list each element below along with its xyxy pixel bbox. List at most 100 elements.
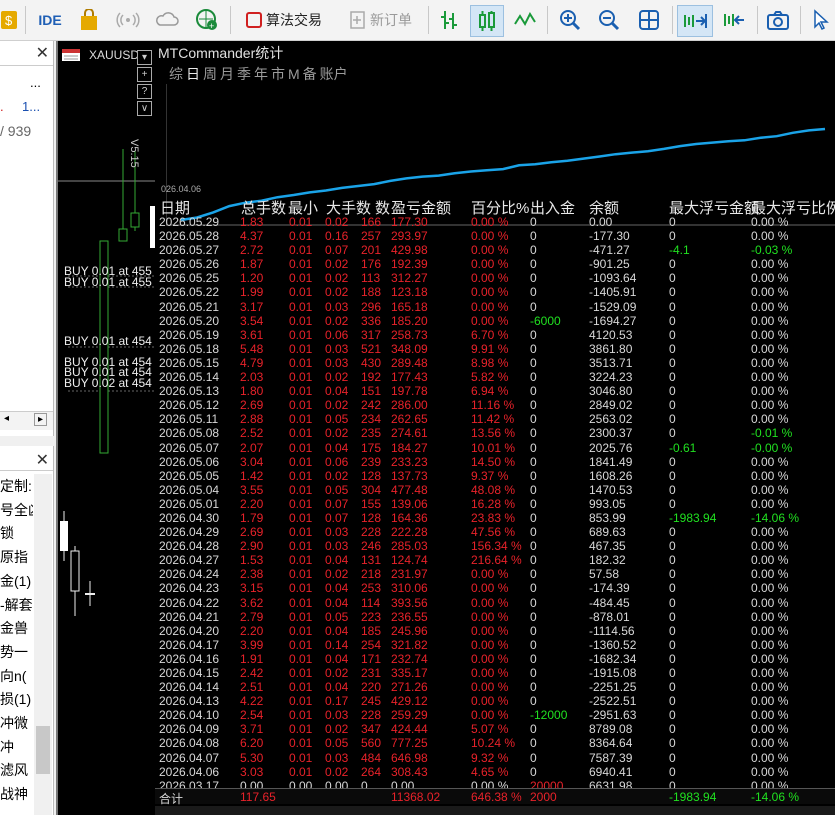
table-row[interactable]: 2026.05.15 4.79 0.01 0.03 430 289.48 8.98 % 0 35… — [155, 356, 835, 370]
table-row[interactable]: 2026.04.21 2.79 0.01 0.05 223 236.55 0.00 % 0 -8… — [155, 610, 835, 624]
table-row[interactable]: 2026.04.14 2.51 0.01 0.04 220 271.26 0.00 % 0 -2… — [155, 680, 835, 694]
zoom-in-icon[interactable] — [555, 5, 585, 35]
stats-tab[interactable]: 综 — [169, 66, 183, 82]
table-row[interactable]: 2026.04.07 5.30 0.01 0.03 484 646.98 9.32 % 0 75… — [155, 751, 835, 765]
table-row[interactable]: 2026.04.29 2.69 0.01 0.03 228 222.28 47.56 % 0 6… — [155, 525, 835, 539]
table-cell: 47.56 % — [471, 525, 516, 540]
stats-tab[interactable]: 月 — [220, 66, 234, 82]
navigator-item[interactable]: 锁 — [0, 523, 33, 543]
table-row[interactable]: 2026.04.27 1.53 0.01 0.04 131 124.74 216.64 % 0… — [155, 553, 835, 567]
candlestick-icon[interactable] — [470, 5, 504, 37]
table-row[interactable]: 2026.05.18 5.48 0.01 0.03 521 348.09 9.91 % 0 38… — [155, 342, 835, 356]
chart-sidebar-button[interactable]: ? — [137, 84, 152, 99]
table-cell: 0.01 — [289, 539, 313, 554]
chart-shift-icon[interactable] — [716, 5, 750, 35]
table-row[interactable]: 2026.04.13 4.22 0.01 0.17 245 429.12 0.00 % 0 -2… — [155, 694, 835, 708]
table-row[interactable]: 2026.05.19 3.61 0.01 0.06 317 258.73 6.70 % 0 41… — [155, 328, 835, 342]
table-row[interactable]: 2026.04.16 1.91 0.01 0.04 171 232.74 0.00 % 0 -1… — [155, 652, 835, 666]
navigator-item[interactable]: 冲 — [0, 737, 33, 757]
bar-chart-icon[interactable] — [434, 5, 464, 35]
market-bag-icon[interactable] — [75, 5, 103, 35]
close-icon[interactable]: ✕ — [36, 43, 49, 63]
navigator-item[interactable]: 损(1) — [0, 689, 33, 709]
table-row[interactable]: 2026.05.01 2.20 0.01 0.07 155 139.06 16.28 % 0 9… — [155, 497, 835, 511]
navigator-item[interactable]: 号全凶 — [0, 500, 33, 520]
table-row[interactable]: 2026.04.10 2.54 0.01 0.03 228 259.29 0.00 % -12… — [155, 708, 835, 722]
stats-tab[interactable]: 市 — [271, 66, 285, 82]
table-row[interactable]: 2026.04.09 3.71 0.01 0.02 347 424.44 5.07 % 0 87… — [155, 722, 835, 736]
chart-sidebar-button[interactable]: ▾ — [137, 50, 152, 65]
table-row[interactable]: 2026.04.23 3.15 0.01 0.04 253 310.06 0.00 % 0 -1… — [155, 581, 835, 595]
table-row[interactable]: 2026.05.13 1.80 0.01 0.04 151 197.78 6.94 % 0 30… — [155, 384, 835, 398]
cloud-icon[interactable] — [153, 5, 181, 35]
vertical-scrollbar[interactable] — [34, 474, 52, 815]
table-row[interactable]: 2026.04.15 2.42 0.01 0.02 231 335.17 0.00 % 0 -1… — [155, 666, 835, 680]
chart-sidebar-button[interactable]: ∨ — [137, 101, 152, 116]
table-row[interactable]: 2026.05.07 2.07 0.01 0.04 175 184.27 10.01 % 0 2… — [155, 441, 835, 455]
vps-icon[interactable]: + — [192, 5, 222, 35]
horizontal-scrollbar[interactable] — [155, 806, 835, 815]
stats-tab[interactable]: 日 — [186, 66, 200, 82]
table-row[interactable]: 2026.04.30 1.79 0.01 0.07 128 164.36 23.83 % 0 8… — [155, 511, 835, 525]
table-row[interactable]: 2026.04.24 2.38 0.01 0.02 218 231.97 0.00 % 0 57… — [155, 567, 835, 581]
stats-tab[interactable]: M — [288, 66, 300, 82]
scrollbar-thumb[interactable] — [36, 726, 50, 774]
stats-tab[interactable]: 备 — [303, 66, 317, 82]
new-order-button[interactable]: 新订单 — [341, 5, 421, 35]
table-row[interactable]: 2026.04.08 6.20 0.01 0.05 560 777.25 10.24 % 0 8… — [155, 736, 835, 750]
navigator-item[interactable]: 势一 — [0, 642, 33, 662]
table-row[interactable]: 2026.05.21 3.17 0.01 0.03 296 165.18 0.00 % 0 -1… — [155, 300, 835, 314]
table-row[interactable]: 2026.05.28 4.37 0.01 0.16 257 293.97 0.00 % 0 -1… — [155, 229, 835, 243]
navigator-item[interactable]: 战神 — [0, 784, 33, 804]
algo-trading-button[interactable]: 算法交易 — [238, 5, 330, 35]
table-row[interactable]: 2026.04.17 3.99 0.01 0.14 254 321.82 0.00 % 0 -1… — [155, 638, 835, 652]
ide-button[interactable]: IDE — [33, 5, 67, 35]
navigator-item[interactable]: 冲微 — [0, 713, 33, 733]
table-row[interactable]: 2026.05.14 2.03 0.01 0.02 192 177.43 5.82 % 0 32… — [155, 370, 835, 384]
table-cell: 16.28 % — [471, 496, 516, 511]
table-row[interactable]: 2026.04.06 3.03 0.01 0.02 264 308.43 4.65 % 0 69… — [155, 765, 835, 779]
table-row[interactable]: 2026.04.20 2.20 0.01 0.04 185 245.96 0.00 % 0 -1… — [155, 624, 835, 638]
table-row[interactable]: 2026.05.27 2.72 0.01 0.07 201 429.98 0.00 % 0 -4… — [155, 243, 835, 257]
table-cell: 4120.53 — [589, 327, 633, 342]
close-icon[interactable]: ✕ — [36, 450, 49, 470]
line-chart-icon[interactable] — [510, 5, 540, 35]
cursor-icon[interactable] — [806, 5, 835, 35]
table-row[interactable]: 2026.05.08 2.52 0.01 0.02 235 274.61 13.56 % 0 2… — [155, 426, 835, 440]
table-row[interactable]: 2026.05.22 1.99 0.01 0.02 188 123.18 0.00 % 0 -1… — [155, 285, 835, 299]
table-row[interactable]: 2026.05.20 3.54 0.01 0.02 336 185.20 0.00 % -60… — [155, 314, 835, 328]
grid-icon[interactable] — [634, 5, 664, 35]
dollar-icon[interactable]: $ — [0, 5, 18, 35]
table-row[interactable]: 2026.05.12 2.69 0.01 0.02 242 286.00 11.16 % 0 2… — [155, 398, 835, 412]
horizontal-scrollbar[interactable]: ◂ ▸ — [0, 411, 53, 430]
auto-scroll-icon[interactable] — [677, 5, 713, 37]
navigator-item[interactable]: 金(1) — [0, 571, 33, 591]
table-row[interactable]: 2026.05.06 3.04 0.01 0.06 239 233.23 14.50 % 0 1… — [155, 455, 835, 469]
navigator-item[interactable]: 定制: — [0, 476, 33, 496]
signal-icon[interactable] — [113, 5, 143, 35]
navigator-item[interactable]: 金兽 — [0, 618, 33, 638]
chart-sidebar-button[interactable]: + — [137, 67, 152, 82]
stats-tab[interactable]: 季 — [237, 66, 251, 82]
navigator-item[interactable]: 原指 — [0, 547, 33, 567]
table-row[interactable]: 2026.05.05 1.42 0.01 0.02 128 137.73 9.37 % 0 16… — [155, 469, 835, 483]
stats-tab[interactable]: 账户 — [320, 66, 348, 82]
navigator-item[interactable]: 滤风 — [0, 760, 33, 780]
table-row[interactable]: 2026.05.29 1.83 0.01 0.02 166 177.30 0.00 % 0 0.… — [155, 215, 835, 229]
table-row[interactable]: 2026.05.04 3.55 0.01 0.05 304 477.48 48.08 % 0 1… — [155, 483, 835, 497]
stats-tab[interactable]: 年 — [254, 66, 268, 82]
screenshot-icon[interactable] — [763, 5, 793, 35]
table-row[interactable]: 2026.05.25 1.20 0.01 0.02 113 312.27 0.00 % 0 -1… — [155, 271, 835, 285]
table-cell: 4.79 — [240, 355, 264, 370]
navigator-item[interactable]: 向n( — [0, 666, 33, 686]
table-row[interactable]: 2026.05.26 1.87 0.01 0.02 176 192.39 0.00 % 0 -9… — [155, 257, 835, 271]
table-cell: 2026.05.20 — [159, 313, 220, 328]
navigator-item[interactable]: -解套 — [0, 595, 33, 615]
zoom-out-icon[interactable] — [594, 5, 624, 35]
stats-tab[interactable]: 周 — [203, 66, 217, 82]
market-watch-panel: ✕ ... 1... . / 939 ◂ ▸ — [0, 41, 54, 436]
table-row[interactable]: 2026.04.22 3.62 0.01 0.04 114 393.56 0.00 % 0 -4… — [155, 596, 835, 610]
table-cell: -0.61 — [669, 440, 697, 455]
table-row[interactable]: 2026.05.11 2.88 0.01 0.05 234 262.65 11.42 % 0 2… — [155, 412, 835, 426]
table-row[interactable]: 2026.04.28 2.90 0.01 0.03 246 285.03 156.34 % 0… — [155, 539, 835, 553]
